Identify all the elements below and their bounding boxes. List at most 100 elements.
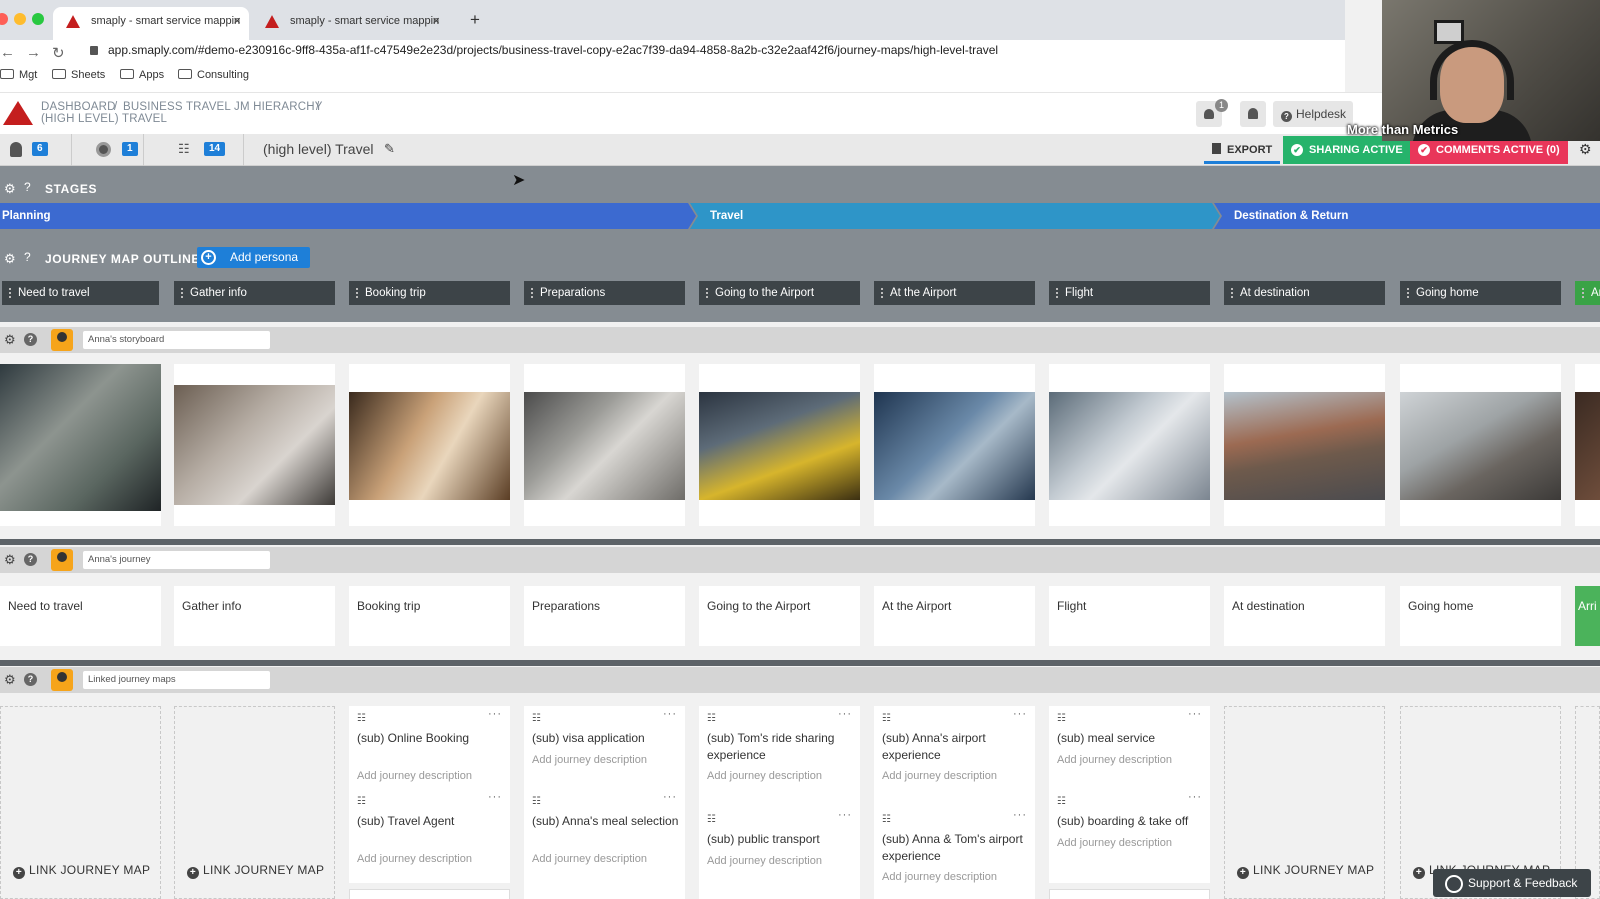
link-journey-map-row[interactable]: +LINK JOURNEY MAP <box>349 889 510 899</box>
linked-lane-name[interactable]: Linked journey maps <box>83 671 270 689</box>
gear-icon[interactable]: ⚙ <box>4 181 16 197</box>
support-feedback-button[interactable]: Support & Feedback <box>1433 869 1591 897</box>
outline-step[interactable]: Going home <box>1400 281 1561 305</box>
linked-journey-card[interactable]: ☷ ··· (sub) boarding & take off Add journey… <box>1049 789 1210 883</box>
smaply-logo[interactable] <box>3 101 33 125</box>
journey-step-card[interactable]: Going home <box>1400 586 1561 646</box>
new-tab-button[interactable]: + <box>470 10 480 30</box>
journey-description-placeholder[interactable]: Add journey description <box>707 770 822 782</box>
maximize-window-button[interactable] <box>32 13 44 25</box>
link-journey-map-button[interactable]: + LINK JOURNEY MAP <box>1237 863 1374 879</box>
storyboard-card[interactable] <box>874 364 1035 526</box>
storyboard-card[interactable] <box>1400 364 1561 526</box>
journey-description-placeholder[interactable]: Add journey description <box>1057 837 1172 849</box>
more-options-icon[interactable]: ··· <box>838 809 852 821</box>
bookmark-apps[interactable]: Apps <box>120 69 164 81</box>
linked-journey-card[interactable]: ☷ ··· (sub) public transport Add journey de… <box>699 807 860 899</box>
linked-journey-title[interactable]: (sub) Online Booking <box>357 730 505 747</box>
linked-journey-card[interactable]: ☷ ··· (sub) Online Booking Add journey desc… <box>349 706 510 800</box>
help-icon[interactable]: ? <box>24 333 37 346</box>
journey-step-card[interactable]: Preparations <box>524 586 685 646</box>
linked-journey-title[interactable]: (sub) meal service <box>1057 730 1205 747</box>
journey-step-card[interactable]: At destination <box>1224 586 1385 646</box>
address-bar[interactable]: app.smaply.com/#demo-e230916c-9ff8-435a-… <box>108 43 998 57</box>
linked-journey-title[interactable]: (sub) Tom's ride sharing experience <box>707 730 855 764</box>
journey-step-card[interactable]: Flight <box>1049 586 1210 646</box>
storyboard-card[interactable] <box>1575 364 1600 526</box>
linked-journey-card[interactable]: ☷ ··· (sub) Anna's meal selection Add journ… <box>524 789 685 899</box>
outline-step[interactable]: At the Airport <box>874 281 1035 305</box>
help-icon[interactable]: ? <box>24 250 31 264</box>
minimize-window-button[interactable] <box>14 13 26 25</box>
helpdesk-button[interactable]: ? Helpdesk <box>1273 101 1353 127</box>
close-tab-icon[interactable]: × <box>233 7 241 35</box>
more-options-icon[interactable]: ··· <box>1013 708 1027 720</box>
more-options-icon[interactable]: ··· <box>1188 791 1202 803</box>
storyboard-card[interactable] <box>699 364 860 526</box>
close-tab-icon[interactable]: × <box>432 7 440 35</box>
reload-icon[interactable]: ↻ <box>52 44 65 62</box>
channels-toggle[interactable]: 1 <box>72 134 144 166</box>
linked-journey-title[interactable]: (sub) visa application <box>532 730 680 747</box>
journey-step-card[interactable]: Need to travel <box>0 586 161 646</box>
storyboard-card[interactable] <box>349 364 510 526</box>
storyboard-card[interactable] <box>0 364 161 526</box>
more-options-icon[interactable]: ··· <box>663 708 677 720</box>
journey-description-placeholder[interactable]: Add journey description <box>532 853 647 865</box>
linked-journey-title[interactable]: (sub) Anna's airport experience <box>882 730 1030 764</box>
settings-gear-icon[interactable]: ⚙ <box>1579 141 1592 158</box>
storyboard-lane-name[interactable]: Anna's storyboard <box>83 331 270 349</box>
journey-description-placeholder[interactable]: Add journey description <box>707 855 822 867</box>
stage-destination-return[interactable]: Destination & Return <box>1214 203 1600 229</box>
storyboard-card[interactable] <box>524 364 685 526</box>
outline-step[interactable]: Going to the Airport <box>699 281 860 305</box>
bookmark-consulting[interactable]: Consulting <box>178 69 249 81</box>
storyboard-card[interactable] <box>1224 364 1385 526</box>
linked-journey-card[interactable]: ☷ ··· (sub) Anna & Tom's airport experienc… <box>874 807 1035 899</box>
link-journey-map-row[interactable]: +LINK JOURNEY MAP <box>1049 889 1210 899</box>
breadcrumb-dashboard[interactable]: DASHBOARD <box>41 101 116 113</box>
more-options-icon[interactable]: ··· <box>663 791 677 803</box>
outline-step[interactable]: Booking trip <box>349 281 510 305</box>
more-options-icon[interactable]: ··· <box>838 708 852 720</box>
storyboard-card[interactable] <box>1049 364 1210 526</box>
linked-journey-card[interactable]: ☷ ··· (sub) Travel Agent Add journey descri… <box>349 789 510 883</box>
link-journey-map-button[interactable]: + LINK JOURNEY MAP <box>187 863 324 879</box>
journey-description-placeholder[interactable]: Add journey description <box>357 853 472 865</box>
link-journey-map-button[interactable]: + LINK JOURNEY MAP <box>13 863 150 879</box>
storyboard-card[interactable] <box>174 364 335 526</box>
journey-step-card[interactable]: Gather info <box>174 586 335 646</box>
persona-avatar[interactable] <box>51 329 73 351</box>
journey-step-card[interactable]: Booking trip <box>349 586 510 646</box>
more-options-icon[interactable]: ··· <box>488 791 502 803</box>
more-options-icon[interactable]: ··· <box>1188 708 1202 720</box>
bookmark-mgt[interactable]: Mgt <box>0 69 37 81</box>
more-options-icon[interactable]: ··· <box>488 708 502 720</box>
notifications-button[interactable] <box>1240 101 1266 127</box>
gear-icon[interactable]: ⚙ <box>4 552 16 568</box>
outline-step[interactable]: Need to travel <box>2 281 159 305</box>
more-options-icon[interactable]: ··· <box>1013 809 1027 821</box>
stage-travel[interactable]: Travel <box>690 203 1220 229</box>
edit-title-icon[interactable]: ✎ <box>384 141 395 157</box>
journey-description-placeholder[interactable]: Add journey description <box>882 871 997 883</box>
browser-tab[interactable]: smaply - smart service mappin × <box>252 7 448 40</box>
outline-step[interactable]: Gather info <box>174 281 335 305</box>
forward-icon[interactable]: → <box>26 44 41 61</box>
help-icon[interactable]: ? <box>24 180 31 194</box>
linked-journey-card[interactable]: ☷ ··· (sub) visa application Add journey de… <box>524 706 685 800</box>
export-button[interactable]: EXPORT <box>1204 136 1281 164</box>
journey-step-card[interactable]: Going to the Airport <box>699 586 860 646</box>
linked-journey-title[interactable]: (sub) Anna & Tom's airport experience <box>882 831 1030 865</box>
outline-step[interactable]: At destination <box>1224 281 1385 305</box>
close-window-button[interactable] <box>0 13 8 25</box>
back-icon[interactable]: ← <box>0 44 15 61</box>
linked-journey-card[interactable]: ☷ ··· (sub) Tom's ride sharing experience A… <box>699 706 860 818</box>
journey-description-placeholder[interactable]: Add journey description <box>357 770 472 782</box>
linked-journey-card[interactable]: ☷ ··· (sub) Anna's airport experience Add j… <box>874 706 1035 818</box>
linked-journey-title[interactable]: (sub) public transport <box>707 831 855 848</box>
help-icon[interactable]: ? <box>24 673 37 686</box>
journey-description-placeholder[interactable]: Add journey description <box>882 770 997 782</box>
linked-journey-title[interactable]: (sub) Anna's meal selection <box>532 813 680 830</box>
help-icon[interactable]: ? <box>24 553 37 566</box>
